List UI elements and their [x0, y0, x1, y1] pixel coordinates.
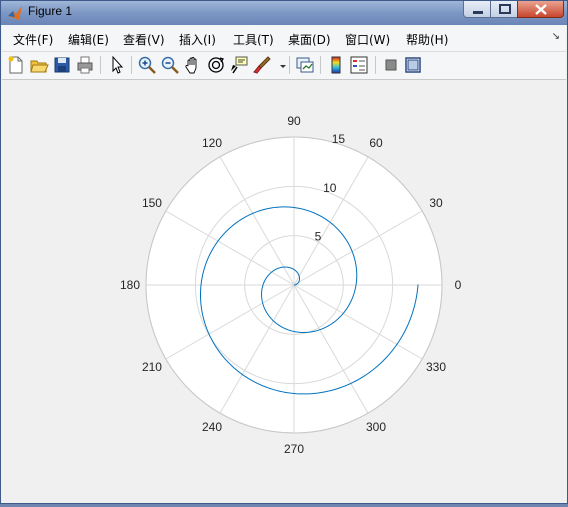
pan-hand-icon[interactable]: [183, 55, 203, 75]
close-button[interactable]: [517, 1, 564, 18]
theta-tick-label: 210: [142, 360, 162, 374]
close-icon: [535, 4, 547, 15]
toolbar-separator: [320, 56, 321, 74]
brush-icon[interactable]: [252, 55, 272, 75]
polar-axes[interactable]: 0 30 60 90 120 150 180 210 240 270 300 330 5 10 15: [2, 80, 566, 503]
figure-window: Figure 1 文件(F) 编辑(E) 查看(V) 插入(I) 工具(T) 桌…: [0, 0, 568, 504]
theta-tick-label: 180: [120, 278, 140, 292]
save-icon[interactable]: [52, 55, 72, 75]
minimize-icon: [473, 11, 483, 14]
theta-tick-label: 120: [202, 136, 222, 150]
theta-tick-label: 90: [287, 114, 301, 128]
theta-tick-label: 0: [455, 278, 462, 292]
toolbar-separator: [131, 56, 132, 74]
r-tick-label: 5: [315, 229, 322, 243]
menu-window[interactable]: 窗口(W): [345, 31, 390, 48]
menu-tools[interactable]: 工具(T): [233, 31, 274, 48]
minimize-button[interactable]: [463, 1, 491, 18]
menu-insert[interactable]: 插入(I): [179, 31, 216, 48]
zoom-in-icon[interactable]: [137, 55, 157, 75]
toolbar-separator: [100, 56, 101, 74]
theta-tick-label: 150: [142, 196, 162, 210]
restore-icon: [499, 4, 511, 14]
colorbar-icon[interactable]: [326, 55, 346, 75]
theta-tick-label: 240: [202, 420, 222, 434]
figure-canvas: 0 30 60 90 120 150 180 210 240 270 300 330 5 10 15: [2, 80, 566, 503]
rotate-3d-icon[interactable]: [206, 55, 226, 75]
window-title: Figure 1: [28, 4, 73, 18]
r-tick-label: 10: [323, 181, 337, 195]
toolbar-separator: [289, 56, 290, 74]
menu-bar: 文件(F) 编辑(E) 查看(V) 插入(I) 工具(T) 桌面(D) 窗口(W…: [2, 25, 566, 52]
theta-tick-label: 300: [366, 420, 386, 434]
r-tick-label: 15: [332, 132, 346, 146]
hide-plot-tools-icon[interactable]: [381, 55, 401, 75]
menu-view[interactable]: 查看(V): [123, 31, 165, 48]
show-plot-tools-icon[interactable]: [403, 55, 423, 75]
brush-dropdown-icon[interactable]: [273, 55, 286, 75]
maximize-button[interactable]: [490, 1, 518, 18]
figure-toolbar: [2, 52, 566, 80]
menu-help[interactable]: 帮助(H): [406, 31, 448, 48]
toolbar-separator: [375, 56, 376, 74]
new-figure-icon[interactable]: [6, 55, 26, 75]
theta-tick-label: 270: [284, 442, 304, 456]
legend-icon[interactable]: [349, 55, 369, 75]
menu-desktop[interactable]: 桌面(D): [288, 31, 331, 48]
print-icon[interactable]: [75, 55, 95, 75]
menu-overflow-icon[interactable]: ↘: [552, 31, 560, 42]
data-cursor-icon[interactable]: [229, 55, 249, 75]
zoom-out-icon[interactable]: [160, 55, 180, 75]
title-bar[interactable]: Figure 1: [1, 1, 567, 25]
theta-tick-label: 330: [426, 360, 446, 374]
theta-tick-label: 60: [369, 136, 383, 150]
menu-edit[interactable]: 编辑(E): [68, 31, 109, 48]
link-plot-icon[interactable]: [295, 55, 315, 75]
matlab-logo-icon: [8, 6, 22, 20]
menu-file[interactable]: 文件(F): [13, 31, 53, 48]
pointer-icon[interactable]: [107, 55, 127, 75]
theta-tick-label: 30: [429, 196, 443, 210]
open-file-icon[interactable]: [29, 55, 49, 75]
